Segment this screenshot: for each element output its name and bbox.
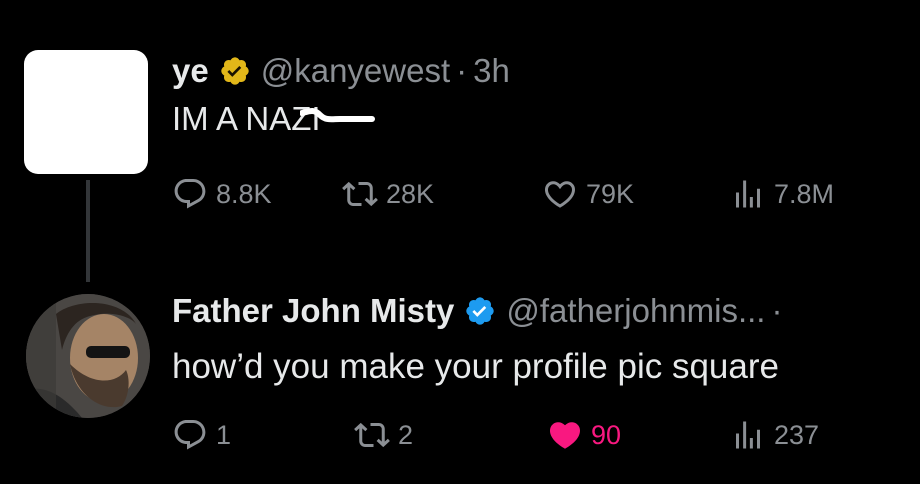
handle[interactable]: @fatherjohnmis... <box>506 292 765 330</box>
avatar[interactable] <box>26 294 150 418</box>
like-button[interactable]: 79K <box>542 172 634 216</box>
retweet-count: 2 <box>398 419 414 450</box>
views-button[interactable]: 237 <box>730 413 819 457</box>
separator-dot: · <box>456 52 468 89</box>
tweet-text: how’d you make your profile pic square <box>172 347 779 386</box>
verified-badge-icon <box>466 297 495 325</box>
timestamp[interactable]: 3h <box>473 52 510 90</box>
views-icon <box>736 421 760 449</box>
handle[interactable]: @kanyewest <box>261 52 450 90</box>
views-icon <box>736 180 760 208</box>
scribble-overlay <box>300 108 375 123</box>
avatar[interactable] <box>24 50 148 174</box>
avatar-photo <box>26 294 150 418</box>
tweet-text: IM A NAZI <box>172 100 321 137</box>
tweet-header: ye @kanyewest · 3h <box>172 49 510 93</box>
retweet-icon <box>354 422 390 448</box>
reply-button[interactable]: 1 <box>172 413 231 457</box>
reply-count: 1 <box>216 419 232 450</box>
reply-button[interactable]: 8.8K <box>172 172 272 216</box>
display-name[interactable]: Father John Misty <box>172 292 454 330</box>
tweet-fatherjohnmisty[interactable]: Father John Misty @fatherjohnmis... · ho… <box>0 265 920 484</box>
like-count: 90 <box>591 419 622 450</box>
separator-dot: · <box>771 292 783 329</box>
view-count: 237 <box>774 419 820 450</box>
tweet-header: Father John Misty @fatherjohnmis... · <box>172 289 788 333</box>
view-count: 7.8M <box>774 178 835 209</box>
reply-icon <box>174 179 206 209</box>
like-count: 79K <box>586 178 635 209</box>
reply-count: 8.8K <box>216 178 272 209</box>
retweet-button[interactable]: 2 <box>354 413 413 457</box>
retweet-icon <box>342 181 378 207</box>
like-button[interactable]: 90 <box>547 413 621 457</box>
tweet-actions: 8.8K 28K 79K 7.8M <box>172 172 892 216</box>
heart-icon <box>544 181 576 208</box>
tweet-actions: 1 2 90 237 <box>172 413 892 457</box>
verified-badge-icon <box>221 57 249 85</box>
tweet-kanyewest[interactable]: ye @kanyewest · 3h IM A NAZI 8.8K 28K 79… <box>0 0 920 282</box>
views-button[interactable]: 7.8M <box>730 172 834 216</box>
display-name[interactable]: ye <box>172 52 209 90</box>
heart-filled-icon <box>549 422 581 449</box>
reply-icon <box>174 420 206 450</box>
retweet-count: 28K <box>386 178 435 209</box>
retweet-button[interactable]: 28K <box>342 172 434 216</box>
